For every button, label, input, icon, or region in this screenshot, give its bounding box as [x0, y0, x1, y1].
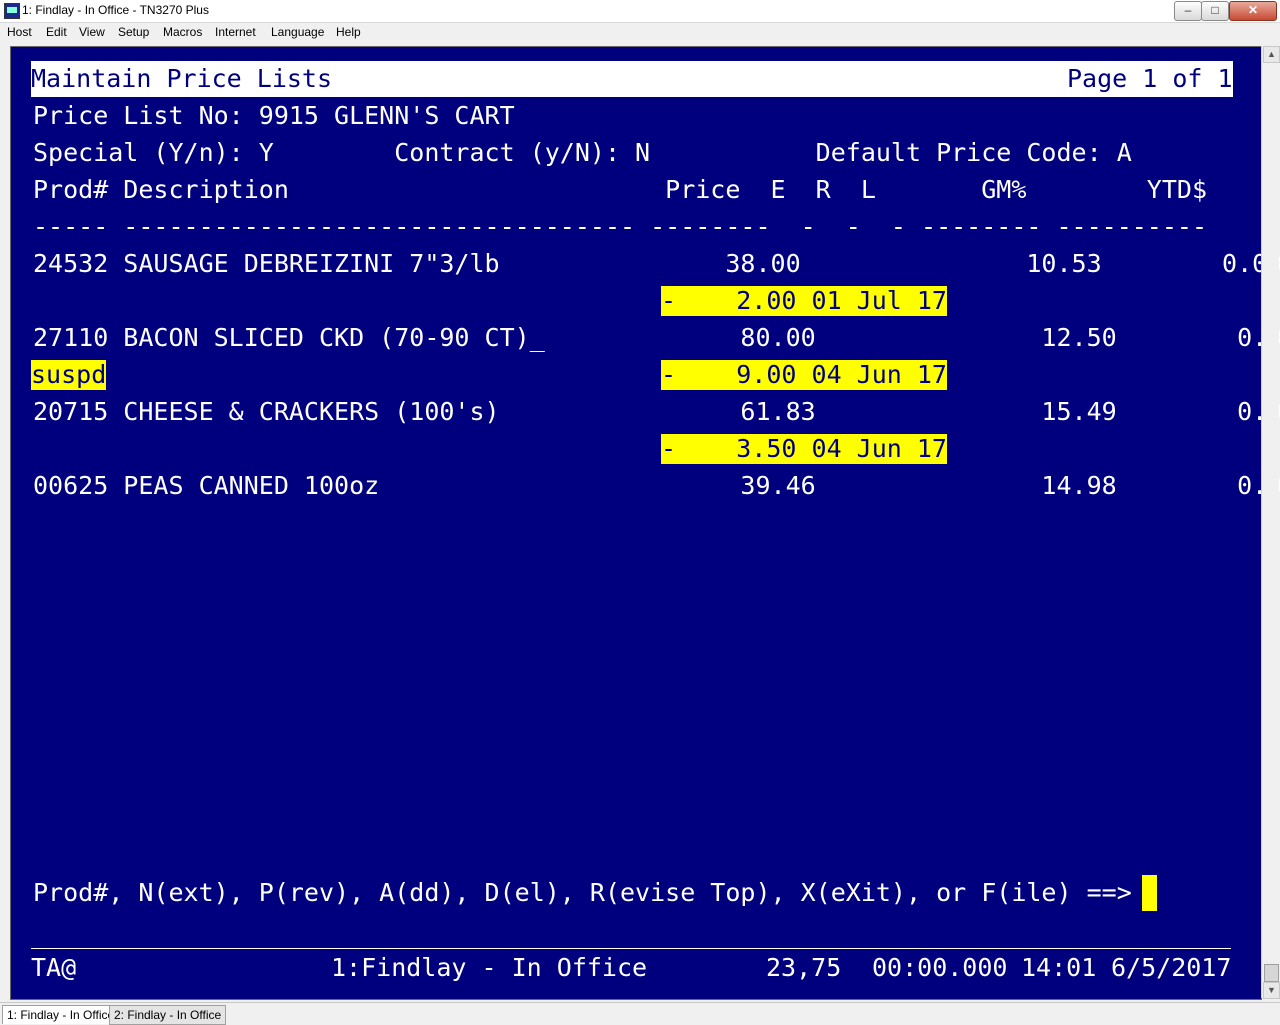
session-tab-2[interactable]: 2: Findlay - In Office [109, 1005, 227, 1025]
menu-macros[interactable]: Macros [163, 25, 202, 39]
status-cursor-position: 23,75 [766, 953, 842, 982]
command-input-cursor[interactable] [1142, 875, 1157, 911]
product-row-00625[interactable]: 00625 PEAS CANNED 100oz 39.46 14.98 0.00 [33, 471, 1280, 501]
price-list-line: Price List No: 9915 GLENN'S CART [33, 101, 515, 130]
status-date: 6/5/2017 [1111, 953, 1232, 982]
scroll-up-arrow-icon[interactable]: ▲ [1263, 46, 1280, 63]
product-row-27110[interactable]: 27110 BACON SLICED CKD (70-90 CT)_ 80.00… [33, 323, 1280, 353]
session-tab-1[interactable]: 1: Findlay - In Office [2, 1005, 120, 1024]
minimize-button[interactable]: – [1174, 1, 1202, 21]
scroll-thumb[interactable] [1264, 964, 1279, 982]
suspended-flag: suspd [31, 360, 107, 390]
menu-setup[interactable]: Setup [118, 25, 149, 39]
special-price-20715[interactable]: - 3.50 04 Jun 17 [661, 434, 947, 464]
terminal-screen[interactable]: Maintain Price Lists Page 1 of 1 Price L… [10, 46, 1280, 1000]
product-row-24532[interactable]: 24532 SAUSAGE DEBREIZINI 7"3/lb 38.00 10… [33, 249, 1280, 279]
vertical-scrollbar[interactable]: ▲ ▼ [1261, 46, 1280, 999]
menu-edit[interactable]: Edit [46, 25, 67, 39]
title-bar: 1: Findlay - In Office - TN3270 Plus – □… [0, 0, 1280, 23]
screen-title: Maintain Price Lists [31, 64, 333, 93]
product-row-20715[interactable]: 20715 CHEESE & CRACKERS (100's) 61.83 15… [33, 397, 1280, 427]
menu-help[interactable]: Help [336, 25, 361, 39]
menu-bar: Host Edit View Setup Macros Internet Lan… [0, 23, 1280, 42]
scroll-down-arrow-icon[interactable]: ▼ [1263, 982, 1280, 999]
status-session-id: TA@ [31, 953, 77, 982]
column-header: Prod# Description Price E R L GM% YTD$ [33, 175, 1207, 204]
dash-separator: ----- ----------------------------------… [33, 212, 1207, 241]
status-separator [31, 948, 1231, 949]
page-indicator: Page 1 of 1 [1067, 64, 1233, 93]
menu-internet[interactable]: Internet [215, 25, 256, 39]
special-price-27110[interactable]: - 9.00 04 Jun 17 [661, 360, 947, 390]
menu-host[interactable]: Host [7, 25, 32, 39]
menu-view[interactable]: View [79, 25, 105, 39]
terminal-app-icon [4, 3, 20, 19]
status-session-name: 1:Findlay - In Office [331, 953, 648, 982]
menu-language[interactable]: Language [271, 25, 324, 39]
status-timer: 00:00.000 [872, 953, 1008, 982]
command-prompt: Prod#, N(ext), P(rev), A(dd), D(el), R(e… [33, 878, 1132, 907]
special-contract-line: Special (Y/n): Y Contract (y/N): N Defau… [33, 138, 1132, 167]
special-price-24532[interactable]: - 2.00 01 Jul 17 [661, 286, 947, 316]
window-title: 1: Findlay - In Office - TN3270 Plus [22, 3, 209, 17]
close-button[interactable]: ✕ [1229, 1, 1277, 21]
status-time: 14:01 [1021, 953, 1097, 982]
session-tabs: 1: Findlay - In Office 2: Findlay - In O… [0, 1002, 1280, 1025]
maximize-button[interactable]: □ [1201, 1, 1229, 21]
